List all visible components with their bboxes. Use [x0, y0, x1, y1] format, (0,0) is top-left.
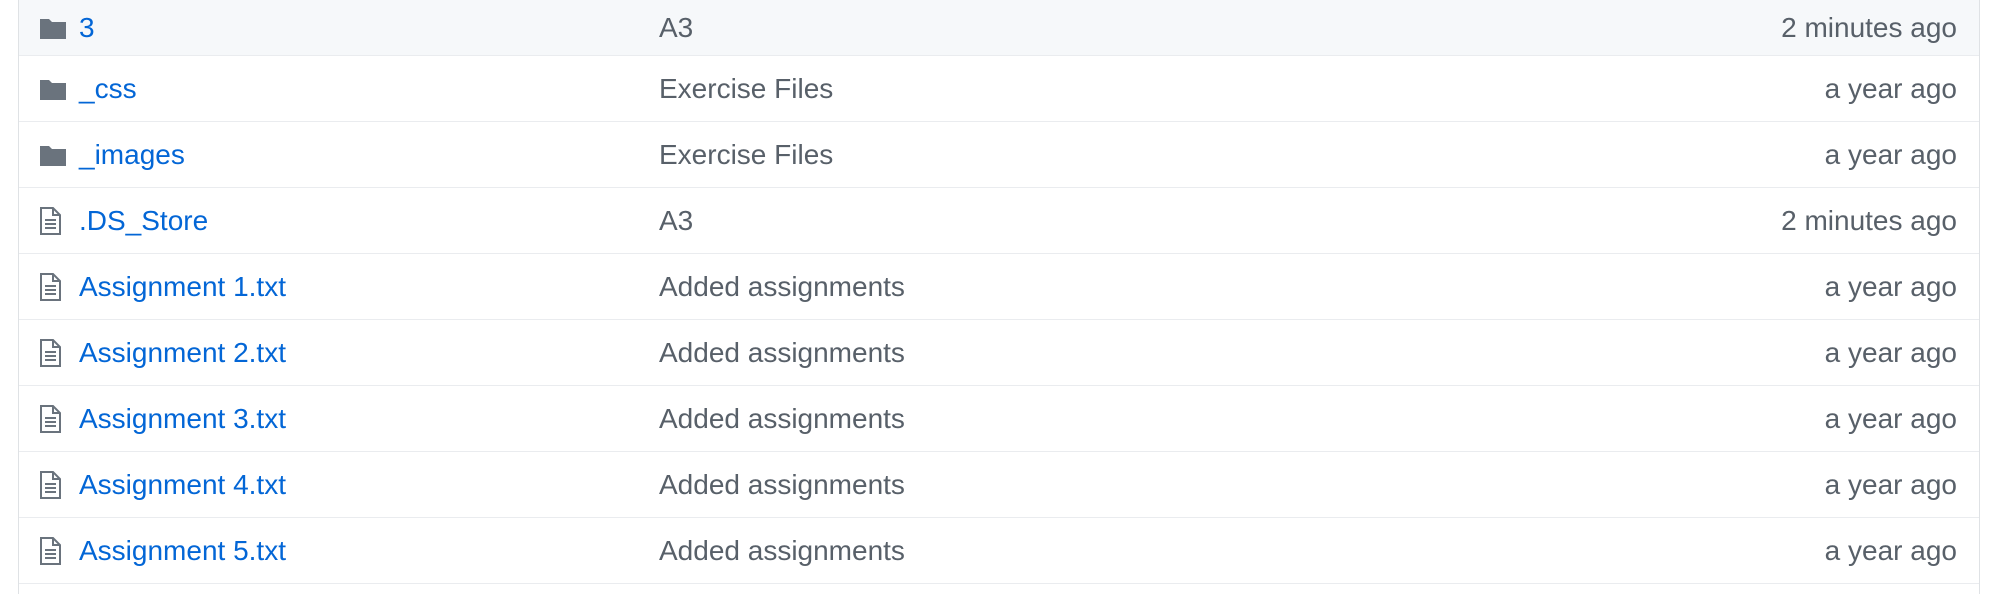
folder-icon [19, 16, 79, 40]
file-name-link[interactable]: Assignment 3.txt [79, 403, 659, 435]
commit-message-link[interactable]: Added assignments [659, 337, 1599, 369]
folder-icon [19, 143, 79, 167]
file-row[interactable]: Assignment 2.txt Added assignments a yea… [19, 320, 1979, 386]
commit-message-link[interactable]: Added assignments [659, 271, 1599, 303]
commit-age: a year ago [1824, 270, 1957, 302]
file-row[interactable]: Assignment 4.txt Added assignments a yea… [19, 452, 1979, 518]
file-row[interactable]: _images Exercise Files a year ago [19, 122, 1979, 188]
file-row-partial [19, 584, 1979, 594]
file-icon [19, 536, 79, 565]
file-name-link[interactable]: Assignment 1.txt [79, 271, 659, 303]
commit-age: a year ago [1824, 336, 1957, 368]
file-name-link[interactable]: Assignment 4.txt [79, 469, 659, 501]
file-row[interactable]: 3 A3 2 minutes ago [19, 0, 1979, 56]
commit-message-link[interactable]: Added assignments [659, 535, 1599, 567]
file-icon [19, 404, 79, 433]
commit-message-link[interactable]: A3 [659, 205, 1599, 237]
commit-age: 2 minutes ago [1781, 11, 1957, 43]
file-name-link[interactable]: Assignment 2.txt [79, 337, 659, 369]
commit-age: a year ago [1824, 138, 1957, 170]
file-icon [19, 470, 79, 499]
file-icon [19, 206, 79, 235]
file-row[interactable]: .DS_Store A3 2 minutes ago [19, 188, 1979, 254]
file-list: 3 A3 2 minutes ago _css Exercise Files a… [18, 0, 1980, 594]
commit-message-link[interactable]: Exercise Files [659, 139, 1599, 171]
commit-age: a year ago [1824, 72, 1957, 104]
commit-message-link[interactable]: Added assignments [659, 469, 1599, 501]
commit-age: a year ago [1824, 534, 1957, 566]
file-name-link[interactable]: 3 [79, 12, 659, 44]
file-name-link[interactable]: _css [79, 73, 659, 105]
commit-message-link[interactable]: A3 [659, 12, 1599, 44]
file-name-link[interactable]: _images [79, 139, 659, 171]
commit-age: a year ago [1824, 468, 1957, 500]
folder-icon [19, 77, 79, 101]
commit-message-link[interactable]: Exercise Files [659, 73, 1599, 105]
commit-message-link[interactable]: Added assignments [659, 403, 1599, 435]
commit-age: a year ago [1824, 402, 1957, 434]
file-icon [19, 272, 79, 301]
file-name-link[interactable]: .DS_Store [79, 205, 659, 237]
commit-age: 2 minutes ago [1781, 204, 1957, 236]
file-name-link[interactable]: Assignment 5.txt [79, 535, 659, 567]
file-icon [19, 338, 79, 367]
file-row[interactable]: Assignment 5.txt Added assignments a yea… [19, 518, 1979, 584]
file-row[interactable]: Assignment 1.txt Added assignments a yea… [19, 254, 1979, 320]
file-row[interactable]: _css Exercise Files a year ago [19, 56, 1979, 122]
file-row[interactable]: Assignment 3.txt Added assignments a yea… [19, 386, 1979, 452]
